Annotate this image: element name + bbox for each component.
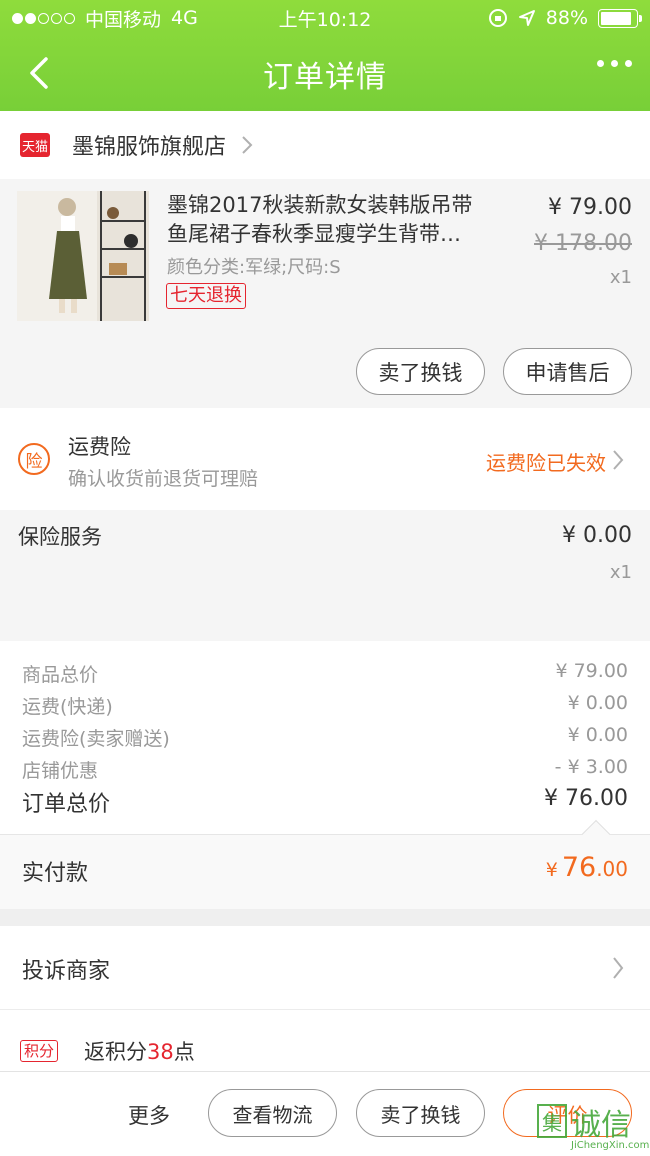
sell-for-cash-button[interactable]: 卖了换钱 (356, 348, 485, 395)
summary-value: ¥ 0.00 (567, 692, 628, 714)
network-type: 4G (171, 7, 198, 29)
service-title: 保险服务 (18, 525, 102, 549)
page-title: 订单详情 (263, 59, 387, 95)
watermark-logo: 集 诚信 JiChengXin.com (537, 1100, 649, 1156)
chevron-right-icon (613, 450, 624, 470)
back-icon[interactable] (20, 53, 60, 93)
store-name: 墨锦服饰旗舰店 (72, 135, 227, 160)
paid-amount-label: 实付款 (22, 861, 89, 886)
more-icon[interactable] (597, 60, 632, 67)
service-price: ¥ 0.00 (562, 523, 632, 548)
summary-value: ¥ 79.00 (555, 660, 628, 682)
insurance-status[interactable]: 运费险已失效 (486, 447, 606, 476)
product-price: ¥ 79.00 (548, 195, 632, 220)
signal-icon (12, 12, 75, 24)
insurance-subtitle: 确认收货前退货可理赔 (68, 468, 259, 490)
return-policy-badge: 七天退换 (166, 283, 246, 309)
battery-percent: 88% (545, 7, 588, 29)
summary-value: ¥ 0.00 (567, 724, 628, 746)
status-bar: 中国移动 4G 上午10:12 88% (0, 0, 650, 36)
service-quantity: x1 (609, 562, 632, 583)
tmall-logo: 天猫 (20, 133, 50, 157)
location-icon (518, 10, 535, 26)
product-quantity: x1 (609, 267, 632, 288)
product-title[interactable]: 墨锦2017秋装新款女装韩版吊带 鱼尾裙子春秋季显瘦学生背带… (167, 191, 497, 249)
paid-amount-value: ¥76.00 (545, 852, 628, 883)
complain-merchant-label[interactable]: 投诉商家 (22, 953, 110, 985)
summary-label: 商品总价 (22, 664, 99, 686)
chevron-right-icon (242, 136, 253, 154)
more-actions-button[interactable]: 更多 (128, 1100, 170, 1130)
summary-label: 店铺优惠 (22, 760, 99, 782)
sell-for-cash-button[interactable]: 卖了换钱 (356, 1089, 485, 1137)
summary-label: 运费险(卖家赠送) (22, 728, 170, 750)
after-sale-button[interactable]: 申请售后 (503, 348, 632, 395)
product-spec: 颜色分类:军绿;尺码:S (167, 257, 341, 278)
view-logistics-button[interactable]: 查看物流 (208, 1089, 337, 1137)
original-price: ¥ 178.00 (534, 231, 632, 256)
store-row[interactable]: 天猫 墨锦服饰旗舰店 (0, 111, 650, 179)
summary-value: - ¥ 3.00 (554, 756, 628, 778)
product-thumbnail[interactable] (17, 191, 149, 321)
carrier: 中国移动 (85, 8, 162, 31)
battery-icon (598, 8, 642, 28)
order-total-value: ¥ 76.00 (544, 786, 628, 811)
header: 中国移动 4G 上午10:12 88% 订单详情 (0, 0, 650, 111)
nav-bar: 订单详情 (0, 36, 650, 111)
clock: 上午10:12 (278, 8, 372, 31)
summary-label: 运费(快递) (22, 696, 113, 718)
chevron-right-icon (613, 957, 624, 979)
insurance-title: 运费险 (68, 435, 131, 459)
order-item[interactable]: 墨锦2017秋装新款女装韩版吊带 鱼尾裙子春秋季显瘦学生背带… 颜色分类:军绿;… (0, 179, 650, 408)
rotation-lock-icon (488, 9, 507, 27)
insurance-icon: 险 (18, 443, 50, 475)
order-total-label: 订单总价 (22, 792, 111, 817)
points-text: 返积分38点 (84, 1040, 195, 1064)
points-badge: 积分 (20, 1040, 59, 1062)
